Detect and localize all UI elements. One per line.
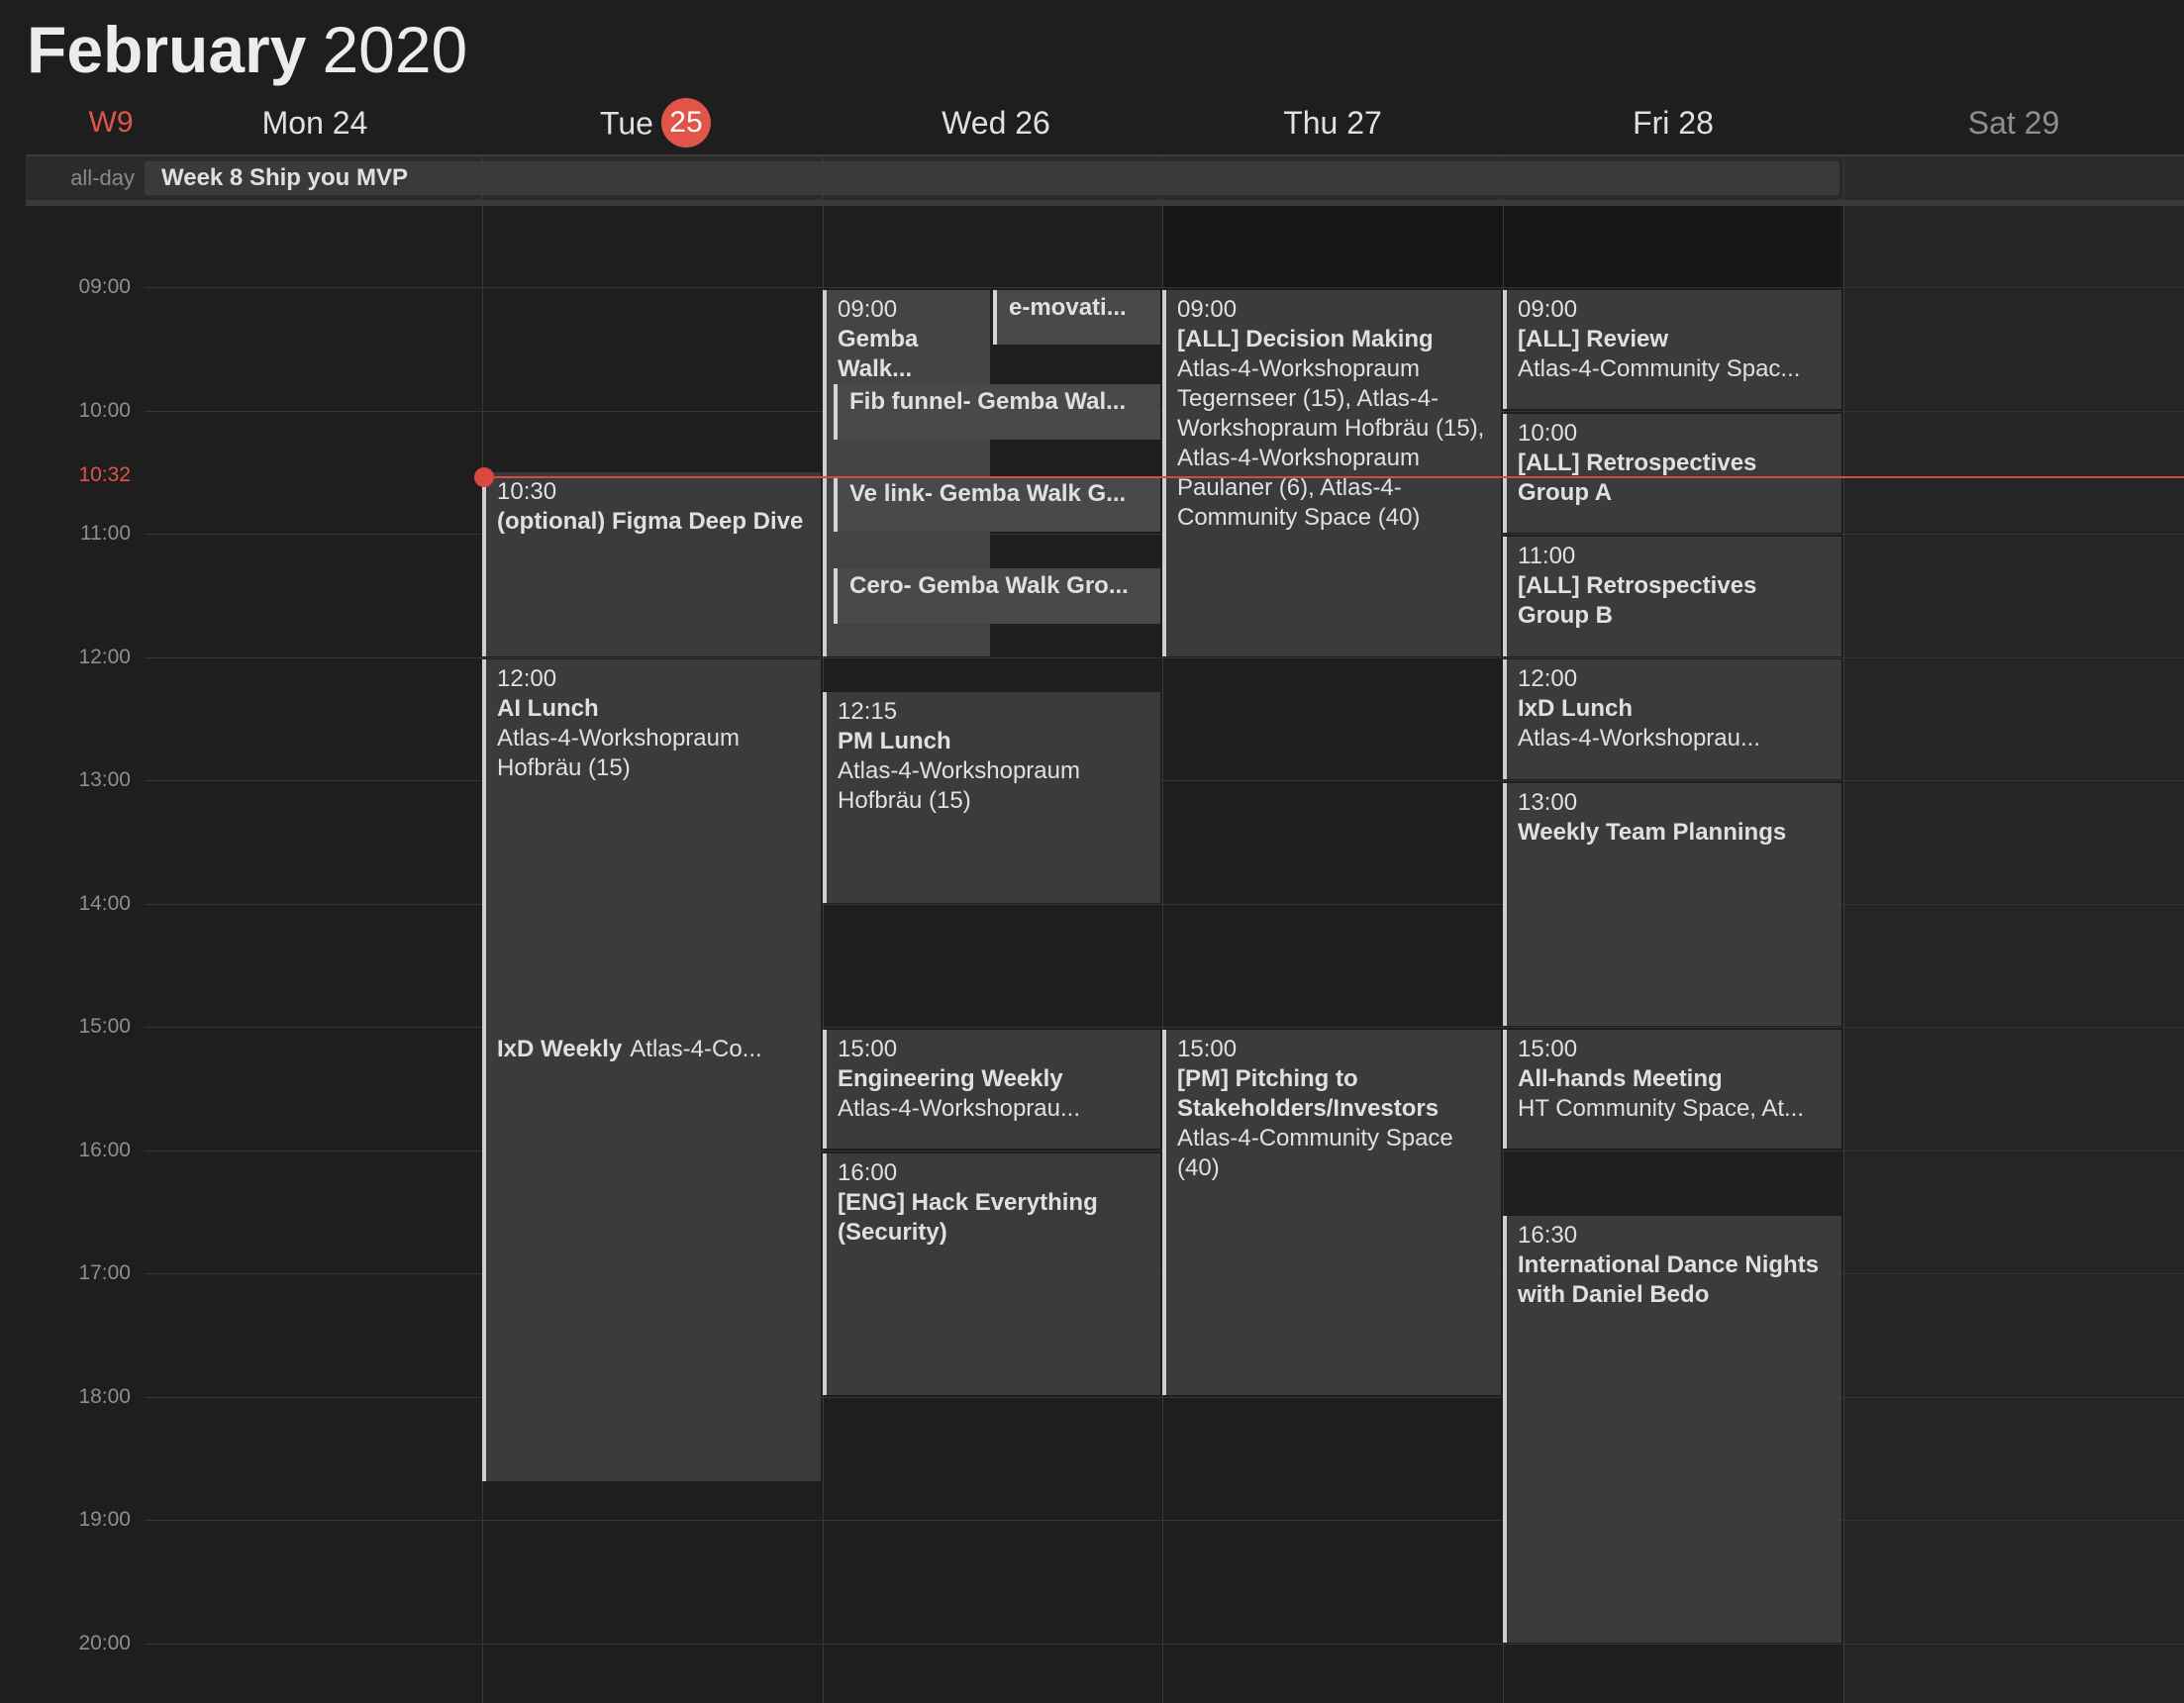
column-divider	[1843, 156, 1844, 1703]
event-retro-group-b[interactable]: 11:00 [ALL] Retrospectives Group B	[1503, 537, 1841, 656]
event-time: 16:00	[838, 1159, 898, 1186]
event-all-review[interactable]: 09:00 [ALL] Review Atlas-4-Community Spa…	[1503, 290, 1841, 409]
unavailable-block	[1162, 206, 1841, 287]
day-header-fri[interactable]: Fri 28	[1503, 101, 1843, 145]
event-international-dance-nights[interactable]: 16:30 International Dance Nights with Da…	[1503, 1216, 1841, 1643]
event-title: (optional) Figma Deep Dive	[497, 508, 804, 535]
event-location: Atlas-4-Workshopraum Tegernseer (15), At…	[1177, 355, 1485, 531]
day-header-wed[interactable]: Wed 26	[826, 101, 1166, 145]
event-title: International Dance Nights with Daniel B…	[1518, 1252, 1820, 1308]
event-fib-funnel[interactable]: Fib funnel- Gemba Wal...	[834, 384, 1160, 440]
hour-line	[145, 287, 2184, 288]
hour-label: 12:00	[78, 646, 131, 668]
event-e-movati[interactable]: e-movati...	[993, 290, 1160, 345]
event-eng-hack-everything[interactable]: 16:00 [ENG] Hack Everything (Security)	[823, 1153, 1160, 1395]
day-header-thu[interactable]: Thu 27	[1162, 101, 1503, 145]
allday-label: all-day	[70, 165, 135, 190]
event-title: [ENG] Hack Everything (Security)	[838, 1189, 1098, 1246]
current-time-line	[482, 476, 2184, 478]
event-time: 12:00	[1518, 665, 1578, 692]
event-title: IxD Lunch	[1518, 695, 1634, 722]
day-header-tue-label: Tue	[600, 105, 653, 142]
event-time: 15:00	[838, 1036, 898, 1062]
event-title: [ALL] Decision Making	[1177, 326, 1434, 352]
year-label: 2020	[322, 13, 468, 86]
day-header-tue[interactable]: Tue 25	[485, 98, 826, 148]
hour-label: 09:00	[78, 275, 131, 298]
event-time: 09:00	[1177, 296, 1238, 323]
event-time: 16:30	[1518, 1222, 1578, 1249]
event-time: 09:00	[1518, 296, 1578, 323]
event-weekly-team-plannings[interactable]: 13:00 Weekly Team Plannings	[1503, 783, 1841, 1026]
event-time: 13:00	[1518, 789, 1578, 816]
event-decision-making[interactable]: 09:00 [ALL] Decision Making Atlas-4-Work…	[1162, 290, 1501, 656]
today-badge: 25	[660, 98, 711, 148]
event-time: 10:00	[1518, 420, 1578, 447]
event-location: Atlas-4-Workshopraum Hofbräu (15)	[497, 725, 740, 781]
event-location: Atlas-4-Community Spac...	[1518, 355, 1801, 382]
hour-label: 13:00	[78, 768, 131, 791]
event-title: Gemba Walk...	[838, 326, 919, 382]
page-title: February 2020	[27, 10, 467, 89]
event-cero[interactable]: Cero- Gemba Walk Gro...	[834, 568, 1160, 624]
time-grid[interactable]: 09:00 10:00 11:00 12:00 13:00 14:00 15:0…	[0, 156, 2184, 1703]
event-location: Atlas-4-Workshopraum Hofbräu (15)	[838, 757, 1080, 814]
event-title: [ALL] Review	[1518, 326, 1669, 352]
event-title: Weekly Team Plannings	[1518, 819, 1787, 846]
hour-label: 17:00	[78, 1261, 131, 1284]
event-time: 09:00	[838, 296, 898, 323]
event-time: 15:00	[1518, 1036, 1578, 1062]
current-time-dot	[474, 467, 494, 487]
event-engineering-weekly[interactable]: 15:00 Engineering Weekly Atlas-4-Worksho…	[823, 1030, 1160, 1149]
event-time: 12:00	[497, 665, 557, 692]
event-time: 15:00	[1177, 1036, 1238, 1062]
event-time: 12:15	[838, 698, 898, 725]
hour-label: 18:00	[78, 1385, 131, 1408]
event-title: [ALL] Retrospectives Group B	[1518, 572, 1757, 629]
event-time: 10:30	[497, 478, 557, 505]
event-pm-lunch[interactable]: 12:15 PM Lunch Atlas-4-Workshopraum Hofb…	[823, 692, 1160, 903]
event-pitching-stakeholders[interactable]: 15:00 [PM] Pitching to Stakeholders/Inve…	[1162, 1030, 1501, 1395]
hour-line	[145, 780, 2184, 781]
event-title: [ALL] Retrospectives Group A	[1518, 450, 1757, 506]
event-title: [PM] Pitching to Stakeholders/Investors	[1177, 1065, 1439, 1122]
event-location: Atlas-4-Co...	[630, 1036, 762, 1062]
event-ve-link[interactable]: Ve link- Gemba Walk G...	[834, 476, 1160, 532]
event-location: HT Community Space, At...	[1518, 1095, 1804, 1122]
event-title: All-hands Meeting	[1518, 1065, 1723, 1092]
event-title: IxD Weekly	[497, 1036, 623, 1062]
hour-label: 19:00	[78, 1508, 131, 1531]
event-figma-deep-dive[interactable]: 10:30 (optional) Figma Deep Dive	[482, 472, 821, 656]
event-title: Engineering Weekly	[838, 1065, 1063, 1092]
weekend-column	[1843, 206, 2184, 1703]
day-header-mon[interactable]: Mon 24	[145, 101, 485, 145]
hour-label: 16:00	[78, 1139, 131, 1161]
event-location: Atlas-4-Workshoprau...	[838, 1095, 1080, 1122]
hour-line	[145, 1397, 2184, 1398]
event-retro-group-a[interactable]: 10:00 [ALL] Retrospectives Group A	[1503, 414, 1841, 533]
event-time: 11:00	[1518, 543, 1576, 569]
event-ixd-weekly[interactable]: IxD Weekly Atlas-4-Co...	[482, 1030, 821, 1481]
month-label: February	[27, 13, 307, 86]
hour-line	[145, 1027, 2184, 1028]
event-ixd-lunch[interactable]: 12:00 IxD Lunch Atlas-4-Workshoprau...	[1503, 659, 1841, 779]
day-header-sat[interactable]: Sat 29	[1843, 101, 2184, 145]
hour-label: 11:00	[80, 522, 131, 545]
event-location: Atlas-4-Workshoprau...	[1518, 725, 1760, 751]
hour-label: 20:00	[78, 1632, 131, 1654]
current-time-label: 10:32	[78, 463, 131, 486]
hour-line	[145, 1644, 2184, 1645]
hour-label: 15:00	[78, 1015, 131, 1038]
hour-label: 10:00	[78, 399, 131, 422]
event-ai-lunch[interactable]: 12:00 AI Lunch Atlas-4-Workshopraum Hofb…	[482, 659, 821, 1077]
hour-label: 14:00	[78, 892, 131, 915]
event-title: AI Lunch	[497, 695, 599, 722]
event-all-hands[interactable]: 15:00 All-hands Meeting HT Community Spa…	[1503, 1030, 1841, 1149]
allday-event[interactable]: Week 8 Ship you MVP	[145, 161, 1839, 195]
hour-line	[145, 657, 2184, 658]
event-location: Atlas-4-Community Space (40)	[1177, 1125, 1453, 1181]
event-title: PM Lunch	[838, 728, 951, 754]
hour-line	[145, 904, 2184, 905]
hour-line	[145, 1520, 2184, 1521]
